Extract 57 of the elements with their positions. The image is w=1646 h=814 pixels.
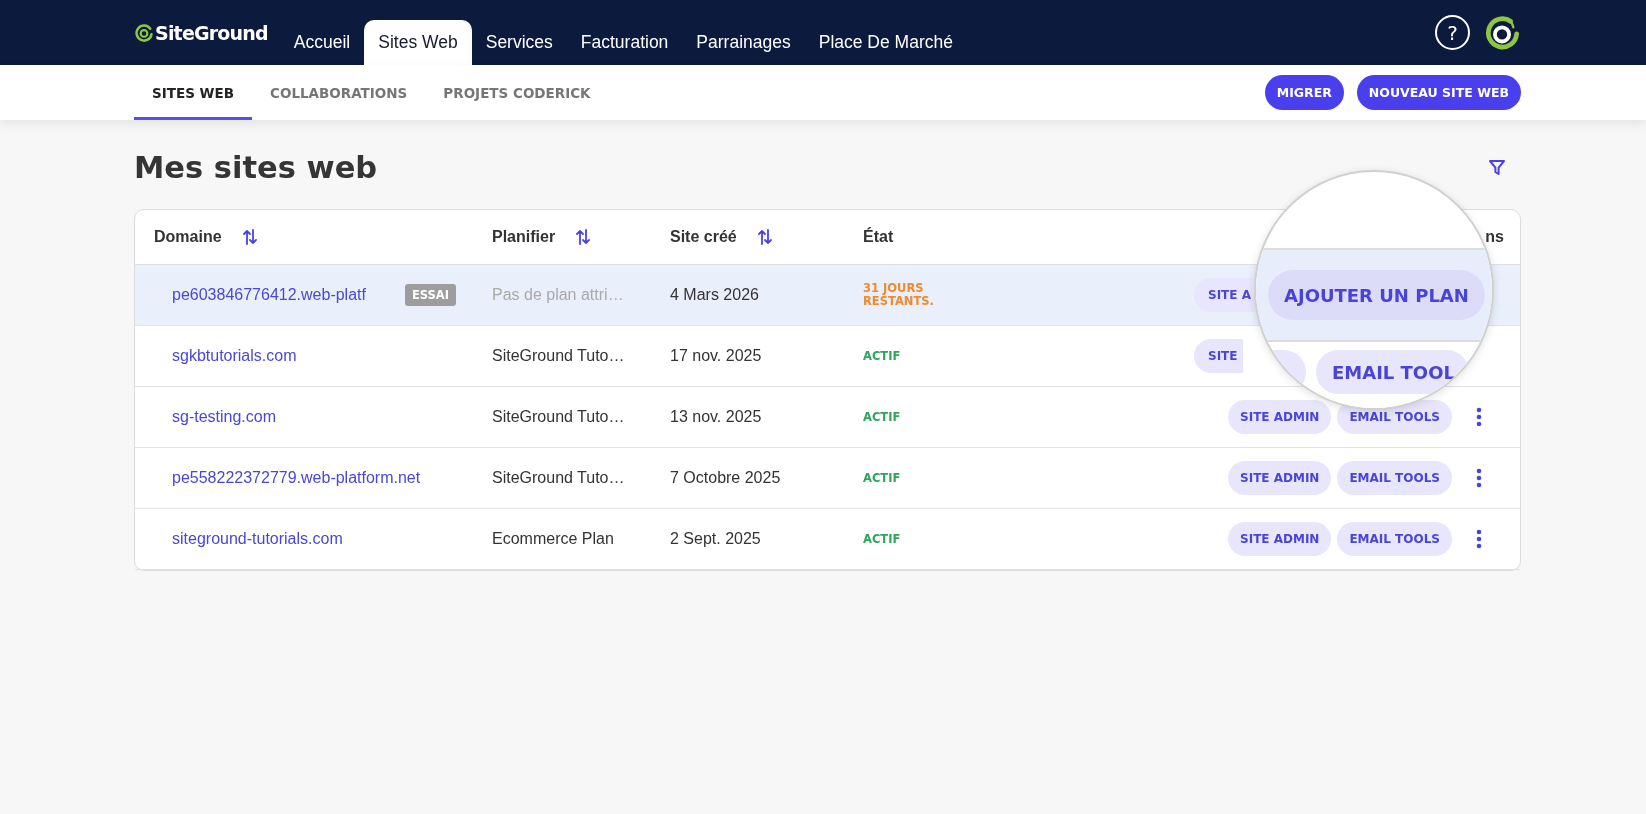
status-label: ACTIF: [863, 471, 901, 485]
column-header: Site créé: [670, 228, 737, 246]
action-button[interactable]: SITE ADMIN: [1228, 522, 1332, 556]
nav-tab[interactable]: Sites Web: [364, 20, 472, 65]
action-button[interactable]: AJOUTER UN PLAN: [1268, 270, 1485, 320]
help-button[interactable]: ?: [1435, 15, 1470, 50]
status-label: ACTIF: [863, 349, 901, 363]
nav-tab[interactable]: Parrainages: [682, 20, 805, 65]
action-button[interactable]: SITE ADMIN: [1228, 461, 1332, 495]
plan-cell: SiteGround Tuto…: [492, 408, 625, 426]
plan-cell: Pas de plan attri…: [492, 286, 624, 304]
column-header: Planifier: [492, 228, 556, 246]
status-label: ACTIF: [863, 532, 901, 546]
column-header: ns: [1485, 228, 1504, 246]
filter-icon[interactable]: [1488, 158, 1506, 176]
sort-icon[interactable]: [575, 228, 592, 246]
domain-link[interactable]: pe558222372779.web-platform.net: [172, 469, 421, 487]
nav-tab[interactable]: Place De Marché: [804, 20, 967, 65]
action-button[interactable]: EMAIL TOOLS: [1337, 461, 1452, 495]
created-date-cell: 17 nov. 2025: [670, 347, 762, 365]
domain-link[interactable]: siteground-tutorials.com: [172, 530, 343, 548]
migrate-button[interactable]: MIGRER: [1264, 75, 1344, 110]
created-date-cell: 4 Mars 2026: [670, 286, 759, 304]
action-button[interactable]: SITE ADMIN: [1228, 400, 1332, 434]
created-date-cell: 13 nov. 2025: [670, 408, 762, 426]
status-label: ACTIF: [863, 410, 901, 424]
sort-icon[interactable]: [756, 228, 773, 246]
created-date-cell: 7 Octobre 2025: [670, 469, 781, 487]
domain-link[interactable]: sgkbtutorials.com: [172, 347, 297, 365]
more-options-icon[interactable]: [1476, 529, 1482, 549]
swirl-avatar-icon[interactable]: [1485, 15, 1519, 50]
action-button[interactable]: EMAIL TOOLS: [1337, 522, 1452, 556]
logo-text: SiteGround: [155, 21, 268, 44]
action-button[interactable]: SITE A: [1194, 278, 1256, 312]
section-tab[interactable]: COLLABORATIONS: [252, 65, 426, 120]
section-tab[interactable]: SITES WEB: [134, 65, 252, 120]
nav-tab[interactable]: Services: [471, 20, 567, 65]
trial-badge: ESSAI: [404, 284, 456, 306]
new-site-button[interactable]: NOUVEAU SITE WEB: [1356, 75, 1521, 110]
nav-tab[interactable]: Facturation: [566, 20, 683, 65]
plan-cell: SiteGround Tuto…: [492, 347, 625, 365]
action-button[interactable]: SITE: [1194, 339, 1243, 373]
column-header: État: [863, 228, 894, 246]
sort-icon[interactable]: [241, 228, 258, 246]
domain-link[interactable]: pe603846776412.web-platf: [172, 286, 366, 304]
more-options-icon[interactable]: [1476, 407, 1482, 427]
nav-tab[interactable]: Accueil: [279, 20, 365, 65]
page-title: Mes sites web: [134, 149, 378, 185]
domain-link[interactable]: sg-testing.com: [172, 408, 277, 426]
created-date-cell: 2 Sept. 2025: [670, 530, 761, 548]
action-button[interactable]: EMAIL TOOL: [1316, 350, 1469, 394]
plan-cell: Ecommerce Plan: [492, 530, 614, 548]
status-label: 31 JOURS RESTANTS.: [863, 282, 935, 308]
more-options-icon[interactable]: [1476, 468, 1482, 488]
plan-cell: SiteGround Tuto…: [492, 469, 625, 487]
section-tab[interactable]: PROJETS CODERICK: [425, 65, 609, 120]
column-header: Domaine: [154, 228, 222, 246]
